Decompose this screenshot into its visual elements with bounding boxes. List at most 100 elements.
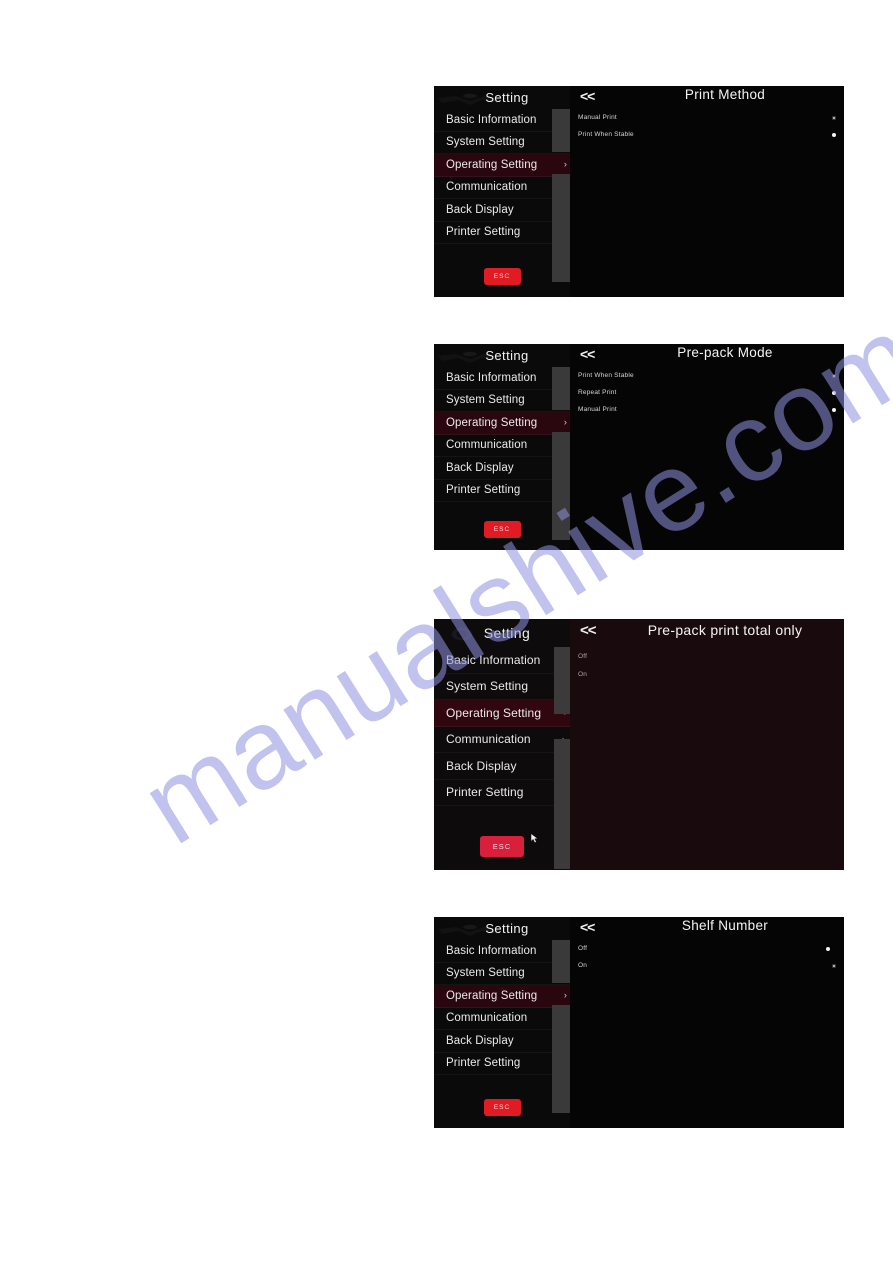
page-title: Print Method [684,87,766,102]
sidebar-item-system-setting[interactable]: System Setting › [434,132,570,154]
option-label: Manual Print [578,406,617,413]
mouse-cursor-icon [530,833,539,843]
option-label: Repeat Print [578,389,617,396]
menu-scroll-rail[interactable] [552,940,570,1128]
settings-content-column: << Shelf Number Off On [570,917,844,1128]
sidebar-item-communication[interactable]: Communication › [434,1008,570,1030]
menu-scroll-rail[interactable] [554,647,570,870]
sidebar-item-printer-setting[interactable]: Printer Setting › [434,480,570,502]
screenshot-panel-pre-pack-print-total-only: Setting Basic Information › System Setti… [434,619,844,870]
list-item[interactable]: Off [570,647,844,665]
content-header: << Pre-pack Mode [570,344,844,367]
option-label: On [578,962,588,969]
sidebar-item-label: System Setting [446,679,529,694]
option-label: Off [578,945,588,952]
menu-scroll-rail[interactable] [552,109,570,297]
sidebar-item-back-display[interactable]: Back Display › [434,457,570,480]
menu-title-bar: Setting [434,86,570,109]
option-list: Manual Print Print When Stable [570,109,844,297]
menu-spacer [434,806,570,822]
sidebar-item-printer-setting[interactable]: Printer Setting › [434,780,570,806]
esc-button[interactable]: ESC [483,520,521,538]
menu-spacer [434,244,570,255]
screenshot-panel-shelf-number: Setting Basic Information › System Setti… [434,917,844,1128]
sidebar-item-label: Back Display [446,461,514,474]
sidebar-item-printer-setting[interactable]: Printer Setting › [434,222,570,244]
sidebar-item-printer-setting[interactable]: Printer Setting › [434,1053,570,1075]
menu-spacer [434,1075,570,1086]
menu-scroll-rail[interactable] [552,367,570,550]
radio-indicator-icon[interactable] [832,115,836,120]
menu-title: Setting [485,921,529,936]
esc-button[interactable]: ESC [483,1098,521,1116]
sidebar-item-label: Back Display [446,758,517,773]
esc-button[interactable]: ESC [480,835,524,857]
radio-indicator-icon[interactable] [832,963,836,968]
option-list: Off On [570,647,844,870]
radio-indicator-icon[interactable] [832,407,836,412]
menu-title: Setting [485,348,529,363]
list-item[interactable]: Repeat Print [570,384,844,401]
sidebar-item-label: Printer Setting [446,1057,521,1070]
settings-menu-column: Setting Basic Information › System Setti… [434,344,570,550]
sidebar-item-system-setting[interactable]: System Setting › [434,390,570,412]
esc-button[interactable]: ESC [483,267,521,285]
menu-list: Basic Information › System Setting › Ope… [434,647,570,822]
option-label: Print When Stable [578,131,634,138]
option-list: Print When Stable Repeat Print Manual Pr… [570,367,844,550]
list-item[interactable]: Off [570,940,844,957]
screenshot-panel-print-method: Setting Basic Information › System Setti… [434,86,844,297]
screenshot-panel-pre-pack-mode: Setting Basic Information › System Setti… [434,344,844,550]
radio-indicator-icon[interactable] [832,132,836,137]
sidebar-item-label: Basic Information [446,944,537,957]
sidebar-item-label: System Setting [446,967,525,980]
list-item[interactable]: Manual Print [570,401,844,418]
list-item[interactable]: On [570,665,844,683]
sidebar-item-communication[interactable]: Communication › [434,727,570,753]
sidebar-item-back-display[interactable]: Back Display › [434,753,570,780]
menu-title-bar: Setting [434,917,570,940]
sidebar-item-label: Basic Information [446,113,537,126]
settings-menu-column: Setting Basic Information › System Setti… [434,917,570,1128]
option-label: Manual Print [578,114,617,121]
option-label: On [578,670,588,678]
content-header: << Pre-pack print total only [570,619,844,647]
list-item[interactable]: On [570,957,844,974]
menu-list: Basic Information › System Setting › Ope… [434,367,570,508]
settings-menu-column: Setting Basic Information › System Setti… [434,619,570,870]
sidebar-item-basic-information[interactable]: Basic Information › [434,647,570,674]
sidebar-item-back-display[interactable]: Back Display › [434,199,570,222]
content-header: << Shelf Number [570,917,844,940]
sidebar-item-operating-setting[interactable]: Operating Setting › [434,985,570,1008]
sidebar-item-label: Back Display [446,1034,514,1047]
list-item[interactable]: Manual Print [570,109,844,126]
sidebar-item-operating-setting[interactable]: Operating Setting › [434,154,570,177]
option-list: Off On [570,940,844,1128]
sidebar-item-label: Back Display [446,203,514,216]
sidebar-item-label: Communication [446,1012,528,1025]
sidebar-item-communication[interactable]: Communication › [434,177,570,199]
sidebar-item-system-setting[interactable]: System Setting › [434,963,570,985]
sidebar-item-operating-setting[interactable]: Operating Setting › [434,412,570,435]
sidebar-item-label: Printer Setting [446,226,521,239]
page-title: Shelf Number [681,918,769,933]
list-item[interactable]: Print When Stable [570,367,844,384]
sidebar-item-system-setting[interactable]: System Setting › [434,674,570,700]
sidebar-item-operating-setting[interactable]: Operating Setting › [434,700,570,727]
page-title: Pre-pack Mode [677,345,773,360]
settings-content-column: << Pre-pack Mode Print When Stable Repea… [570,344,844,550]
radio-indicator-icon[interactable] [826,946,830,951]
sidebar-item-communication[interactable]: Communication › [434,435,570,457]
radio-indicator-icon[interactable] [832,373,836,378]
sidebar-item-label: Basic Information [446,652,541,667]
sidebar-item-label: Communication [446,732,531,747]
menu-title: Setting [483,625,531,641]
sidebar-item-label: Communication [446,181,528,194]
menu-title-bar: Setting [434,344,570,367]
list-item[interactable]: Print When Stable [570,126,844,143]
content-header: << Print Method [570,86,844,109]
sidebar-item-back-display[interactable]: Back Display › [434,1030,570,1053]
sidebar-item-label: Operating Setting [446,158,538,171]
menu-title-bar: Setting [434,619,570,647]
radio-indicator-icon[interactable] [832,390,836,395]
